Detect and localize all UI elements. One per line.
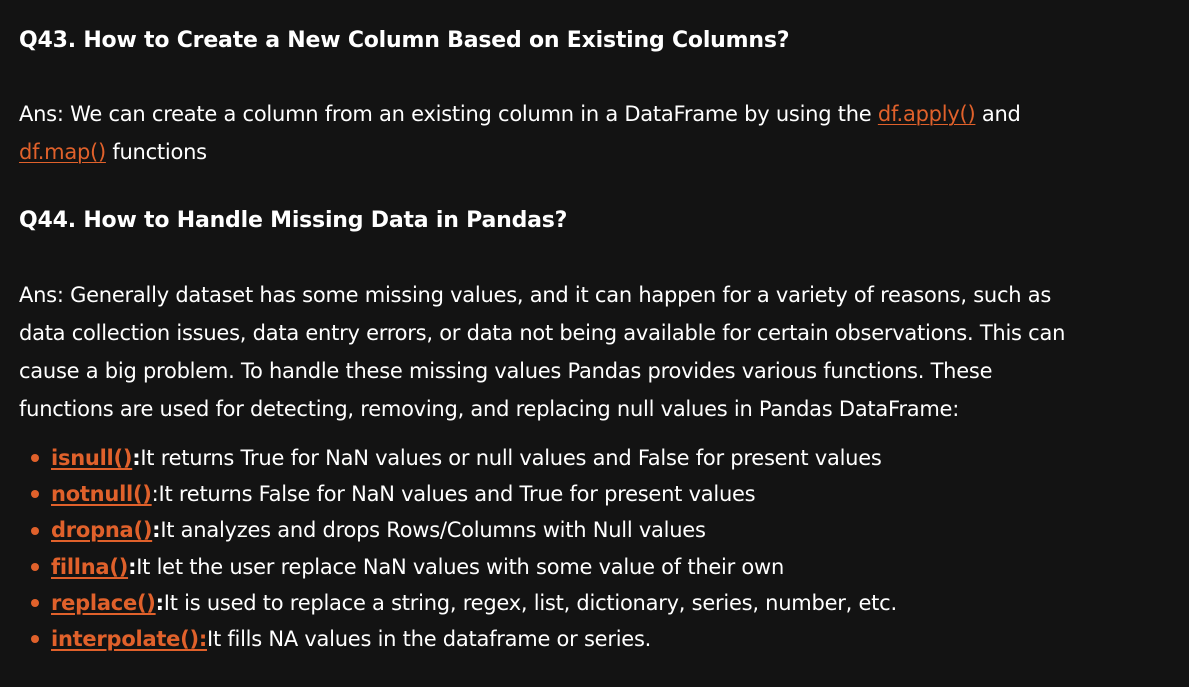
list-item: isnull(): It returns True for NaN values… — [31, 440, 1189, 476]
list-item: fillna(): It let the user replace NaN va… — [31, 549, 1189, 585]
article-content: Q43. How to Create a New Column Based on… — [0, 0, 1189, 687]
list-item-separator: : — [155, 590, 164, 615]
list-item-description: It fills NA values in the dataframe or s… — [207, 627, 652, 652]
answer-43-suffix: functions — [105, 140, 207, 164]
list-item: notnull(): It returns False for NaN valu… — [31, 476, 1189, 512]
answer-43-prefix: Ans: We can create a column from an exis… — [19, 102, 878, 126]
list-item-description: It analyzes and drops Rows/Columns with … — [160, 518, 706, 543]
list-item-separator: : — [152, 518, 161, 543]
question-43-answer: Ans: We can create a column from an exis… — [19, 95, 1079, 171]
list-item-description: It is used to replace a string, regex, l… — [163, 590, 897, 615]
list-item-description: It let the user replace NaN values with … — [136, 554, 785, 579]
missing-data-functions-list: isnull(): It returns True for NaN values… — [19, 440, 1189, 657]
question-44-answer: Ans: Generally dataset has some missing … — [19, 283, 1066, 421]
notnull-link[interactable]: notnull() — [51, 476, 152, 512]
list-item-description: It returns False for NaN values and True… — [158, 482, 756, 507]
question-43-heading: Q43. How to Create a New Column Based on… — [19, 28, 790, 53]
bullet-icon — [31, 562, 39, 571]
bullet-icon — [31, 490, 39, 499]
dropna-link[interactable]: dropna() — [51, 512, 152, 548]
isnull-link[interactable]: isnull() — [51, 440, 132, 476]
list-item: replace(): It is used to replace a strin… — [31, 585, 1189, 621]
list-item-separator: : — [128, 554, 137, 579]
df-apply-link[interactable]: df.apply() — [878, 102, 976, 126]
question-44-heading: Q44. How to Handle Missing Data in Panda… — [19, 208, 568, 233]
interpolate-link[interactable]: interpolate(): — [51, 621, 207, 657]
answer-43-mid: and — [975, 102, 1021, 126]
list-item-separator: : — [151, 482, 159, 507]
bullet-icon — [31, 454, 39, 463]
list-item: dropna(): It analyzes and drops Rows/Col… — [31, 512, 1189, 548]
list-item-separator: : — [132, 446, 141, 470]
bullet-icon — [31, 635, 39, 644]
bullet-icon — [31, 526, 39, 535]
bullet-icon — [31, 598, 39, 607]
replace-link[interactable]: replace() — [51, 585, 156, 621]
fillna-link[interactable]: fillna() — [51, 549, 128, 585]
list-item: interpolate(): It fills NA values in the… — [31, 621, 1189, 657]
df-map-link[interactable]: df.map() — [19, 140, 106, 164]
list-item-description: It returns True for NaN values or null v… — [140, 446, 882, 470]
